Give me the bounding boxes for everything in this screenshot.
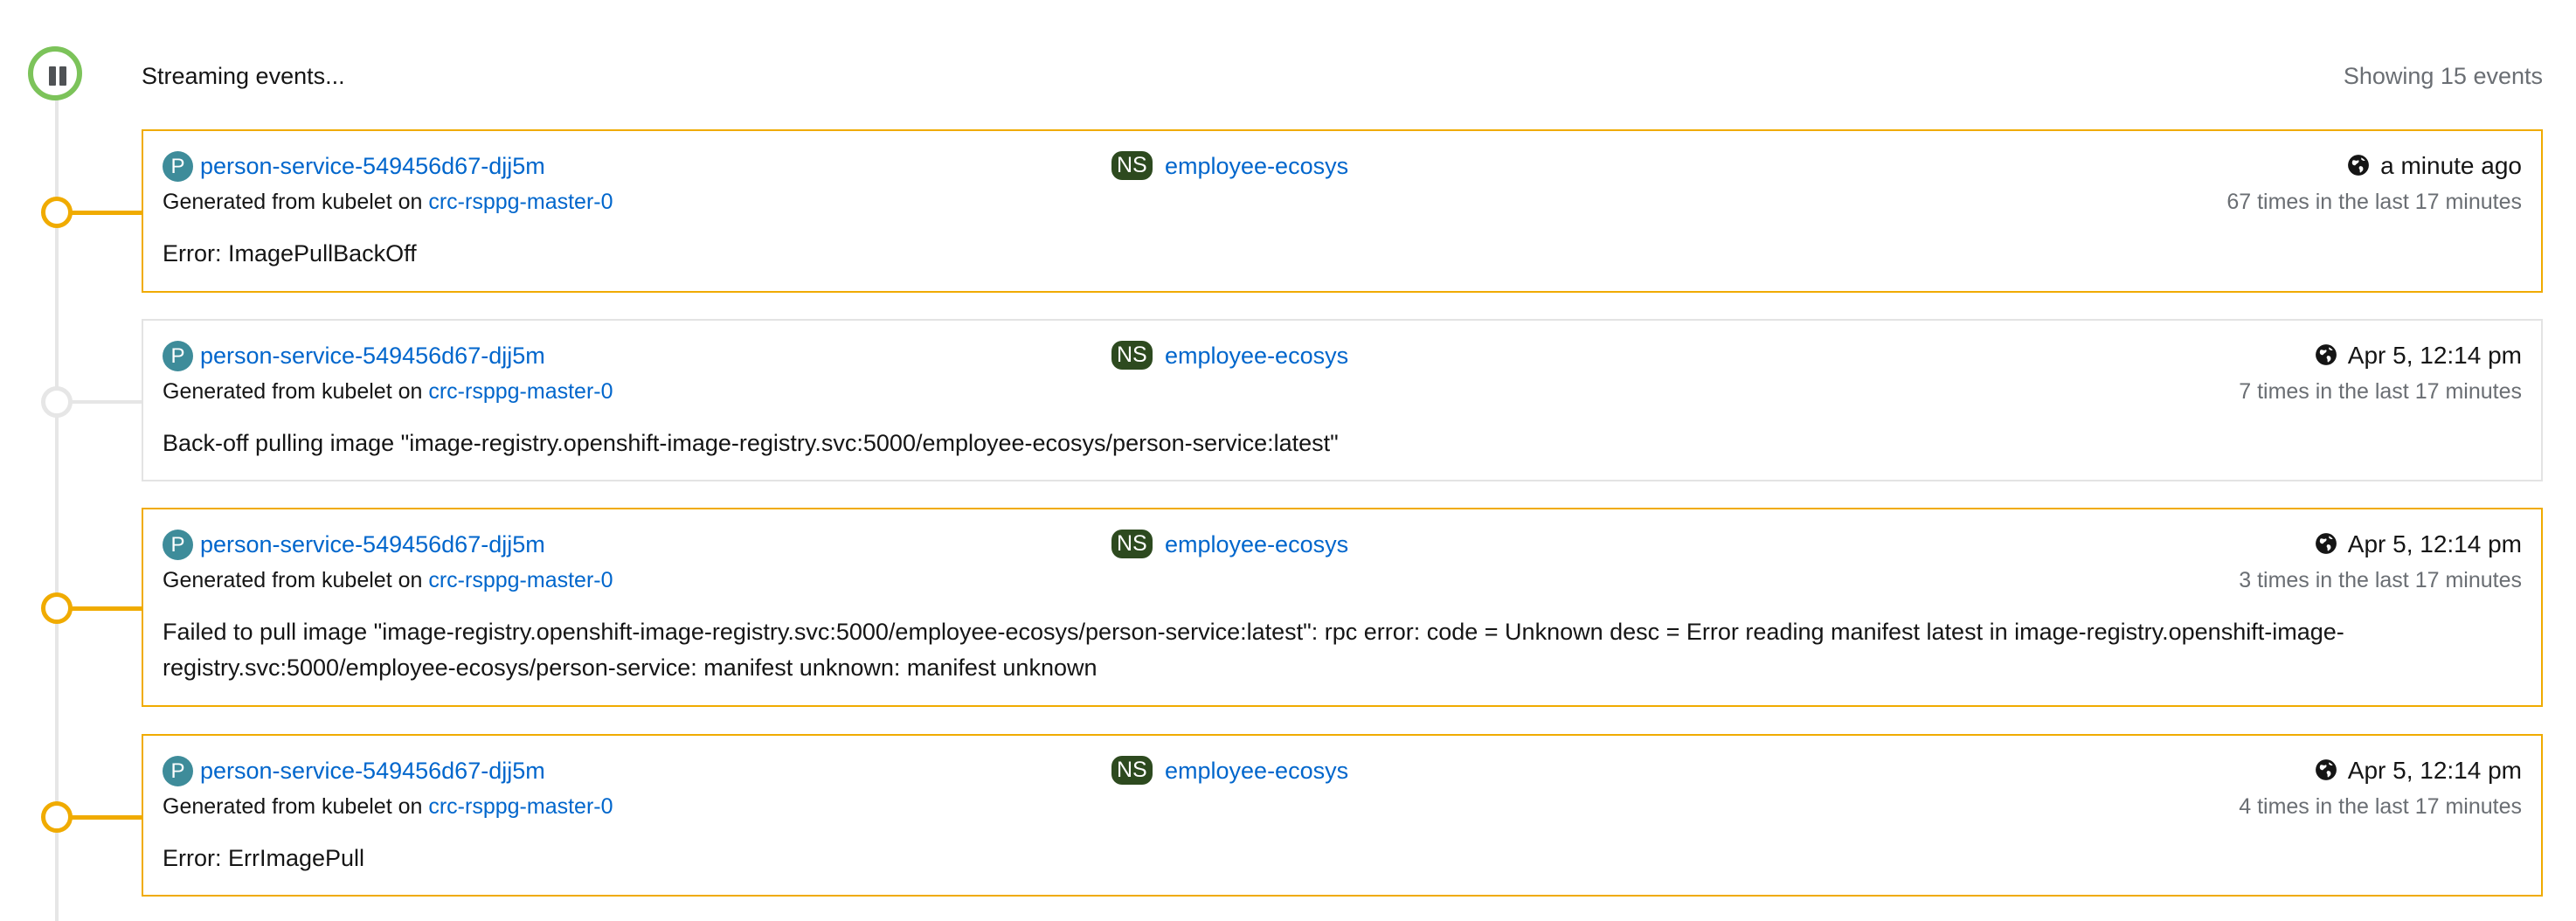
event-card: P person-service-549456d67-djj5m NS empl… — [142, 129, 2543, 293]
event-timestamp: Apr 5, 12:14 pm — [2315, 755, 2522, 786]
timeline-node-warning — [41, 801, 73, 833]
globe-icon — [2315, 759, 2337, 780]
namespace-link[interactable]: employee-ecosys — [1165, 341, 1348, 371]
event-timestamp: Apr 5, 12:14 pm — [2315, 529, 2522, 560]
event-source: Generated from kubelet on crc-rsppg-mast… — [163, 566, 613, 594]
event-time-text: a minute ago — [2380, 152, 2522, 179]
streaming-status: Streaming events... — [142, 63, 345, 89]
globe-icon — [2348, 155, 2370, 176]
event-source: Generated from kubelet on crc-rsppg-mast… — [163, 793, 613, 821]
event-message: Back-off pulling image "image-registry.o… — [163, 430, 1339, 456]
namespace-link[interactable]: employee-ecosys — [1165, 530, 1348, 560]
node-link[interactable]: crc-rsppg-master-0 — [428, 568, 613, 592]
pod-link[interactable]: person-service-549456d67-djj5m — [200, 341, 545, 371]
events-count: Showing 15 events — [2343, 63, 2543, 89]
pod-link[interactable]: person-service-549456d67-djj5m — [200, 756, 545, 786]
pod-badge: P — [163, 151, 193, 182]
namespace-link[interactable]: employee-ecosys — [1165, 756, 1348, 786]
globe-icon — [2315, 533, 2337, 554]
event-time-text: Apr 5, 12:14 pm — [2347, 757, 2522, 784]
event-time-text: Apr 5, 12:14 pm — [2347, 530, 2522, 557]
timeline-connector — [70, 815, 143, 820]
event-count: 3 times in the last 17 minutes — [2239, 568, 2522, 592]
event-time-text: Apr 5, 12:14 pm — [2347, 342, 2522, 369]
pod-link[interactable]: person-service-549456d67-djj5m — [200, 530, 545, 560]
event-count: 67 times in the last 17 minutes — [2226, 190, 2522, 214]
event-count: 7 times in the last 17 minutes — [2239, 379, 2522, 404]
node-link[interactable]: crc-rsppg-master-0 — [428, 379, 613, 404]
namespace-link[interactable]: employee-ecosys — [1165, 151, 1348, 182]
timeline-node-warning — [41, 592, 73, 624]
event-source-prefix: Generated from kubelet on — [163, 379, 423, 404]
timeline-connector — [70, 400, 143, 404]
event-source: Generated from kubelet on crc-rsppg-mast… — [163, 188, 613, 216]
timeline-node-warning — [41, 197, 73, 228]
pod-link[interactable]: person-service-549456d67-djj5m — [200, 151, 545, 182]
event-source-prefix: Generated from kubelet on — [163, 190, 423, 214]
timeline-connector — [70, 606, 143, 611]
timeline-node-info — [41, 386, 73, 418]
node-link[interactable]: crc-rsppg-master-0 — [428, 190, 613, 214]
pod-badge: P — [163, 530, 193, 560]
pod-badge: P — [163, 756, 193, 786]
namespace-badge: NS — [1111, 151, 1153, 180]
pod-badge: P — [163, 341, 193, 371]
event-card: P person-service-549456d67-djj5m NS empl… — [142, 319, 2543, 481]
timeline-connector — [70, 211, 143, 215]
event-count: 4 times in the last 17 minutes — [2239, 794, 2522, 819]
event-card: P person-service-549456d67-djj5m NS empl… — [142, 734, 2543, 897]
pause-streaming-button[interactable] — [28, 46, 82, 100]
globe-icon — [2315, 344, 2337, 365]
node-link[interactable]: crc-rsppg-master-0 — [428, 794, 613, 819]
event-card: P person-service-549456d67-djj5m NS empl… — [142, 508, 2543, 707]
event-timestamp: a minute ago — [2347, 150, 2522, 182]
event-message: Error: ErrImagePull — [163, 845, 365, 871]
pause-icon — [49, 66, 56, 86]
namespace-badge: NS — [1111, 341, 1153, 370]
event-message: Failed to pull image "image-registry.ope… — [163, 619, 2344, 681]
namespace-badge: NS — [1111, 756, 1153, 785]
event-source: Generated from kubelet on crc-rsppg-mast… — [163, 377, 613, 405]
event-message: Error: ImagePullBackOff — [163, 240, 417, 267]
pause-icon-bar — [59, 66, 66, 86]
event-source-prefix: Generated from kubelet on — [163, 794, 423, 819]
namespace-badge: NS — [1111, 530, 1153, 558]
event-timestamp: Apr 5, 12:14 pm — [2315, 340, 2522, 371]
event-source-prefix: Generated from kubelet on — [163, 568, 423, 592]
